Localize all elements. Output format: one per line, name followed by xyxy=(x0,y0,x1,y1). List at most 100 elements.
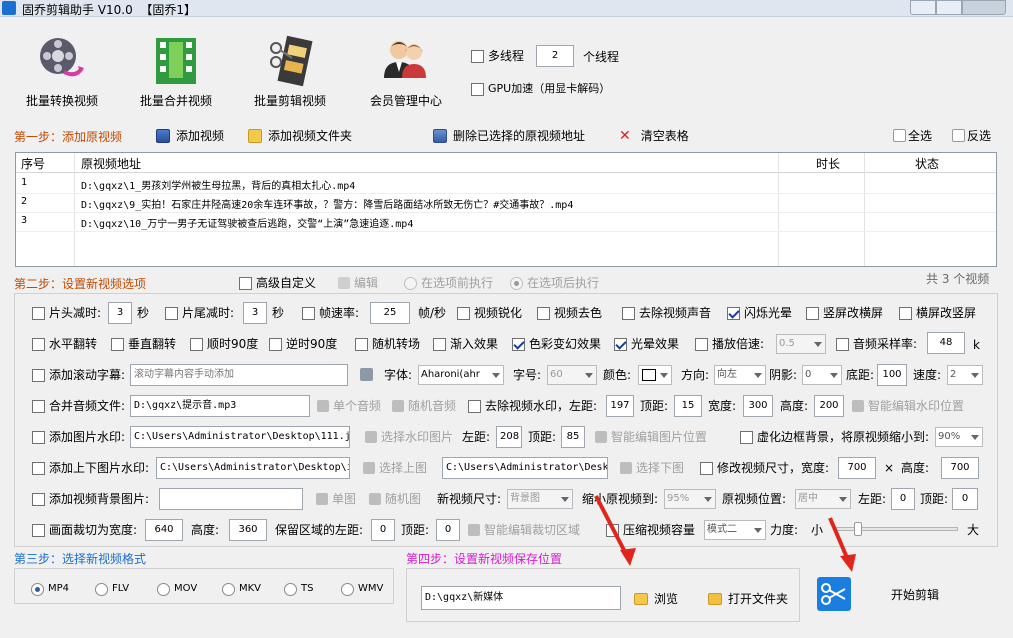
shadow-select[interactable]: 0 xyxy=(802,365,842,385)
format-mov-radio[interactable]: MOV xyxy=(157,581,197,597)
wm-height-input[interactable]: 200 xyxy=(814,395,844,417)
sample-rate-check[interactable] xyxy=(836,337,849,351)
head-cut-checkbox[interactable]: 片头减时: xyxy=(32,305,101,321)
bottom-image-input[interactable]: C:\Users\Administrator\Desk xyxy=(442,457,608,479)
random-image-button[interactable]: 随机图 xyxy=(369,491,421,507)
member-center-button[interactable]: 会员管理中心 xyxy=(356,30,456,108)
bottom-input[interactable]: 100 xyxy=(877,364,907,386)
hflip-check[interactable] xyxy=(32,337,45,351)
sharpen-checkbox[interactable]: 视频锐化 xyxy=(457,305,522,321)
direction-select[interactable]: 向左 xyxy=(714,365,766,385)
pos-left-input[interactable]: 0 xyxy=(891,488,915,510)
speed2-select[interactable]: 2 xyxy=(947,365,983,385)
flash-glow-checkbox[interactable]: 闪烁光晕 xyxy=(727,305,792,321)
v2h-checkbox[interactable]: 竖屏改横屏 xyxy=(806,305,883,321)
font-select[interactable]: Aharoni(ahr xyxy=(418,365,504,385)
merge-audio-check[interactable] xyxy=(32,399,45,413)
font-size-select[interactable]: 60 xyxy=(547,365,597,385)
halo-effect-check[interactable] xyxy=(614,337,627,351)
blur-border-check[interactable] xyxy=(740,430,753,444)
single-image-button[interactable]: 单图 xyxy=(316,491,356,507)
save-path-input[interactable]: D:\gqxz\新媒体 xyxy=(421,586,621,610)
image-watermark-checkbox[interactable]: 添加图片水印: xyxy=(32,429,125,445)
advanced-custom-checkbox[interactable]: 高级自定义 xyxy=(239,275,316,291)
random-audio-button[interactable]: 随机音频 xyxy=(392,398,456,414)
tail-cut-check[interactable] xyxy=(165,306,178,320)
halo-effect-checkbox[interactable]: 光晕效果 xyxy=(614,336,679,352)
play-speed-select[interactable]: 0.5 xyxy=(776,334,826,354)
updown-watermark-check[interactable] xyxy=(32,461,45,475)
resize-check[interactable] xyxy=(700,461,713,475)
remove-watermark-checkbox[interactable]: 去除视频水印，左距: xyxy=(468,398,597,414)
merge-audio-checkbox[interactable]: 合并音频文件: xyxy=(32,398,125,414)
gpu-accel-checkbox[interactable]: GPU加速（用显卡解码） xyxy=(471,81,610,97)
fade-in-checkbox[interactable]: 渐入效果 xyxy=(433,336,498,352)
format-mkv-dot[interactable] xyxy=(222,582,235,596)
sample-rate-input[interactable]: 48 xyxy=(927,332,965,354)
scroll-subtitle-input[interactable]: 滚动字幕内容手动添加 xyxy=(130,364,348,386)
choose-watermark-button[interactable]: 选择水印图片 xyxy=(365,429,453,445)
remove-audio-checkbox[interactable]: 去除视频声音 xyxy=(622,305,711,321)
random-transition-check[interactable] xyxy=(355,337,368,351)
clear-table-button[interactable]: ✕ 清空表格 xyxy=(619,127,689,144)
shrink-select[interactable]: 95% xyxy=(664,489,716,509)
decolor-checkbox[interactable]: 视频去色 xyxy=(537,305,602,321)
scroll-subtitle-check[interactable] xyxy=(32,368,45,382)
random-transition-checkbox[interactable]: 随机转场 xyxy=(355,336,420,352)
ccw90-checkbox[interactable]: 逆时90度 xyxy=(269,336,337,352)
thread-count-input[interactable]: 2 xyxy=(536,45,574,67)
scroll-subtitle-checkbox[interactable]: 添加滚动字幕: xyxy=(32,367,125,383)
background-image-input[interactable] xyxy=(159,488,303,510)
updown-watermark-checkbox[interactable]: 添加上下图片水印: xyxy=(32,460,149,476)
edit-button[interactable]: 编辑 xyxy=(338,275,378,291)
select-all-button[interactable]: 全选 xyxy=(893,127,932,144)
choose-bottom-image-button[interactable]: 选择下图 xyxy=(620,460,684,476)
blur-border-checkbox[interactable]: 虚化边框背景，将原视频缩小到: xyxy=(740,429,929,445)
h2v-checkbox[interactable]: 横屏改竖屏 xyxy=(899,305,976,321)
browse-button[interactable]: 浏览 xyxy=(634,590,678,607)
format-mkv-radio[interactable]: MKV xyxy=(222,581,261,597)
wm-top-input[interactable]: 15 xyxy=(674,395,702,417)
flash-glow-check[interactable] xyxy=(727,306,740,320)
head-cut-input[interactable]: 3 xyxy=(108,302,132,324)
ccw90-check[interactable] xyxy=(269,337,282,351)
compress-mode-select[interactable]: 模式二 xyxy=(704,520,766,540)
batch-convert-button[interactable]: 批量转换视频 xyxy=(12,30,112,108)
run-before-radio-dot[interactable] xyxy=(404,276,417,290)
image-watermark-check[interactable] xyxy=(32,430,45,444)
blur-scale-select[interactable]: 90% xyxy=(935,427,983,447)
new-size-select[interactable]: 背景图 xyxy=(507,489,573,509)
format-wmv-dot[interactable] xyxy=(341,582,354,596)
smart-image-button[interactable]: 智能编辑图片位置 xyxy=(595,429,707,445)
smart-watermark-button[interactable]: 智能编辑水印位置 xyxy=(852,398,964,414)
close-button[interactable] xyxy=(962,0,1006,15)
smart-crop-button[interactable]: 智能编辑裁切区域 xyxy=(468,522,580,538)
crop-height-input[interactable]: 360 xyxy=(229,519,267,541)
hflip-checkbox[interactable]: 水平翻转 xyxy=(32,336,97,352)
resize-checkbox[interactable]: 修改视频尺寸，宽度: xyxy=(700,460,829,476)
fps-input[interactable]: 25 xyxy=(370,302,410,324)
crop-checkbox[interactable]: 画面裁切为宽度: xyxy=(32,522,137,538)
pos-top-input[interactable]: 0 xyxy=(952,488,978,510)
table-row[interactable]: 2 D:\gqxz\9_实拍！石家庄井陉高速20余车连环事故，？警方：降雪后路面… xyxy=(16,194,996,213)
h2v-check[interactable] xyxy=(899,306,912,320)
format-flv-radio[interactable]: FLV xyxy=(95,581,129,597)
format-mp4-radio[interactable]: MP4 xyxy=(31,581,69,597)
video-table[interactable]: 序号 原视频地址 时长 状态 1 D:\gqxz\1_男孩刘学州被生母拉黑，背后… xyxy=(15,152,997,267)
img-top-input[interactable]: 85 xyxy=(561,426,585,448)
tail-cut-checkbox[interactable]: 片尾减时: xyxy=(165,305,234,321)
image-watermark-input[interactable]: C:\Users\Administrator\Desktop\111.j xyxy=(130,426,350,448)
remove-audio-check[interactable] xyxy=(622,306,635,320)
table-row[interactable]: 1 D:\gqxz\1_男孩刘学州被生母拉黑，背后的真相太扎心.mp4 xyxy=(16,175,996,194)
background-image-checkbox[interactable]: 添加视频背景图片: xyxy=(32,491,149,507)
open-folder-button[interactable]: 打开文件夹 xyxy=(708,590,788,607)
keep-top-input[interactable]: 0 xyxy=(436,519,460,541)
fps-checkbox[interactable]: 帧速率: xyxy=(302,305,359,321)
top-image-input[interactable]: C:\Users\Administrator\Desktop\i xyxy=(156,457,350,479)
format-wmv-radio[interactable]: WMV xyxy=(341,581,383,597)
gpu-accel-check[interactable] xyxy=(471,82,484,96)
color-select[interactable] xyxy=(638,365,672,385)
format-flv-dot[interactable] xyxy=(95,582,108,596)
position-select[interactable]: 居中 xyxy=(795,489,851,509)
add-folder-button[interactable]: 添加视频文件夹 xyxy=(248,127,352,144)
